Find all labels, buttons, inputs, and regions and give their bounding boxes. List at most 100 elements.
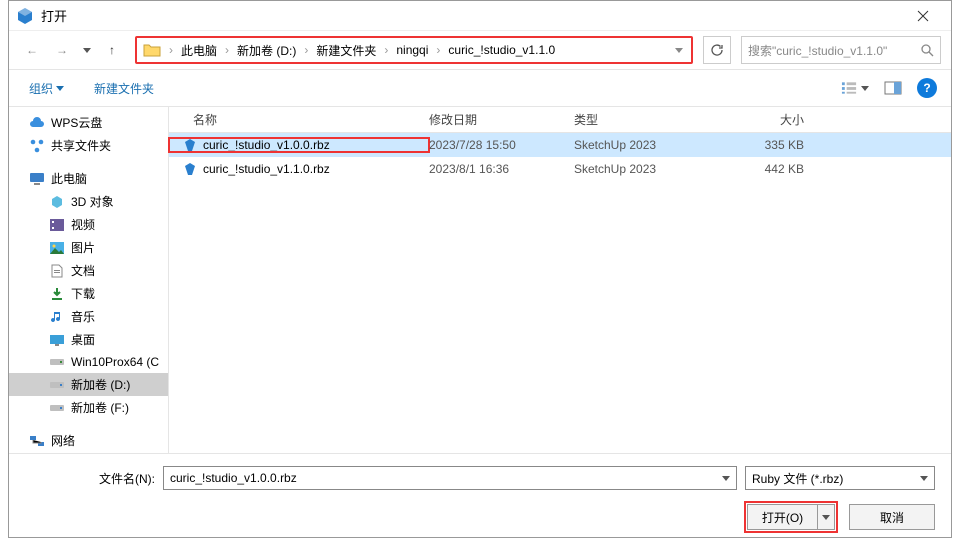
search-input[interactable]: 搜索"curic_!studio_v1.1.0" xyxy=(741,36,941,64)
forward-button[interactable]: → xyxy=(49,37,75,63)
body: WPS云盘 共享文件夹 此电脑 3D 对象 视频 图片 文档 下载 音乐 桌面 … xyxy=(9,107,951,453)
open-button-group: 打开(O) xyxy=(747,504,835,530)
file-type: SketchUp 2023 xyxy=(574,138,714,152)
chevron-down-icon xyxy=(675,48,683,53)
file-name: curic_!studio_v1.0.0.rbz xyxy=(203,138,330,152)
sidebar-item-music[interactable]: 音乐 xyxy=(9,305,168,328)
chevron-right-icon: › xyxy=(382,43,390,57)
sidebar-item-drive-f[interactable]: 新加卷 (F:) xyxy=(9,396,168,419)
help-button[interactable]: ? xyxy=(917,78,937,98)
search-icon xyxy=(920,43,934,57)
crumb-folder1[interactable]: 新建文件夹 xyxy=(310,38,382,62)
drive-icon xyxy=(49,354,65,370)
sidebar-item-network[interactable]: 网络 xyxy=(9,429,168,452)
sidebar-item-3d[interactable]: 3D 对象 xyxy=(9,190,168,213)
cloud-icon xyxy=(29,115,45,131)
chevron-down-icon xyxy=(722,476,730,481)
chevron-down-icon xyxy=(56,86,64,91)
chevron-down-icon xyxy=(83,48,91,53)
crumb-folder3[interactable]: curic_!studio_v1.1.0 xyxy=(442,38,561,62)
filename-input[interactable]: curic_!studio_v1.0.0.rbz xyxy=(163,466,737,490)
pc-icon xyxy=(29,171,45,187)
file-date: 2023/7/28 15:50 xyxy=(429,138,574,152)
file-type: SketchUp 2023 xyxy=(574,162,714,176)
file-list: curic_!studio_v1.0.0.rbz 2023/7/28 15:50… xyxy=(169,133,951,453)
forward-icon: → xyxy=(56,43,68,57)
document-icon xyxy=(49,263,65,279)
new-folder-button[interactable]: 新建文件夹 xyxy=(88,76,160,101)
music-icon xyxy=(49,309,65,325)
refresh-button[interactable] xyxy=(703,36,731,64)
list-icon xyxy=(841,81,858,95)
breadcrumb: 此电脑› 新加卷 (D:)› 新建文件夹› ningqi› curic_!stu… xyxy=(175,38,561,62)
sidebar-item-downloads[interactable]: 下载 xyxy=(9,282,168,305)
sidebar-item-shared[interactable]: 共享文件夹 xyxy=(9,134,168,157)
filename-label: 文件名(N): xyxy=(95,470,155,487)
sidebar-item-pictures[interactable]: 图片 xyxy=(9,236,168,259)
close-icon xyxy=(917,10,929,22)
file-row[interactable]: curic_!studio_v1.1.0.rbz 2023/8/1 16:36 … xyxy=(169,157,951,181)
file-pane: 名称 修改日期 类型 大小 curic_!studio_v1.0.0.rbz 2… xyxy=(169,107,951,453)
open-dialog: 打开 ← → ↑ › 此电脑› 新加卷 (D:)› 新建文件夹› ningqi›… xyxy=(8,0,952,538)
col-name[interactable]: 名称 xyxy=(169,111,429,128)
nav-bar: ← → ↑ › 此电脑› 新加卷 (D:)› 新建文件夹› ningqi› cu… xyxy=(9,31,951,69)
file-row[interactable]: curic_!studio_v1.0.0.rbz 2023/7/28 15:50… xyxy=(169,133,951,157)
preview-pane-button[interactable] xyxy=(879,77,907,99)
sidebar-item-desktop[interactable]: 桌面 xyxy=(9,328,168,351)
sidebar-item-wps[interactable]: WPS云盘 xyxy=(9,111,168,134)
up-button[interactable]: ↑ xyxy=(99,37,125,63)
crumb-drive[interactable]: 新加卷 (D:) xyxy=(231,38,302,62)
back-button[interactable]: ← xyxy=(19,37,45,63)
sidebar-item-documents[interactable]: 文档 xyxy=(9,259,168,282)
view-details-button[interactable] xyxy=(841,77,869,99)
address-dropdown[interactable] xyxy=(667,48,691,53)
column-headers: 名称 修改日期 类型 大小 xyxy=(169,107,951,133)
file-size: 335 KB xyxy=(714,138,824,152)
help-icon: ? xyxy=(923,81,930,95)
file-size: 442 KB xyxy=(714,162,824,176)
toolbar: 组织 新建文件夹 ? xyxy=(9,69,951,107)
crumb-folder2[interactable]: ningqi xyxy=(390,38,434,62)
cancel-button[interactable]: 取消 xyxy=(849,504,935,530)
sidebar-item-thispc[interactable]: 此电脑 xyxy=(9,167,168,190)
file-date: 2023/8/1 16:36 xyxy=(429,162,574,176)
sidebar-item-drive-d[interactable]: 新加卷 (D:) xyxy=(9,373,168,396)
refresh-icon xyxy=(710,43,724,57)
back-icon: ← xyxy=(26,43,38,57)
organize-menu[interactable]: 组织 xyxy=(23,76,70,101)
footer: 文件名(N): curic_!studio_v1.0.0.rbz Ruby 文件… xyxy=(9,453,951,540)
desktop-icon xyxy=(49,332,65,348)
titlebar: 打开 xyxy=(9,1,951,31)
crumb-thispc[interactable]: 此电脑 xyxy=(175,38,223,62)
chevron-down-icon xyxy=(861,86,869,91)
sidebar: WPS云盘 共享文件夹 此电脑 3D 对象 视频 图片 文档 下载 音乐 桌面 … xyxy=(9,107,169,453)
ruby-file-icon xyxy=(183,138,197,152)
search-placeholder: 搜索"curic_!studio_v1.1.0" xyxy=(748,42,920,59)
open-button[interactable]: 打开(O) xyxy=(747,504,817,530)
preview-icon xyxy=(884,81,902,95)
download-icon xyxy=(49,286,65,302)
col-type[interactable]: 类型 xyxy=(574,111,714,128)
history-dropdown[interactable] xyxy=(79,37,95,63)
col-date[interactable]: 修改日期 xyxy=(429,111,574,128)
up-icon: ↑ xyxy=(109,43,115,57)
sidebar-item-videos[interactable]: 视频 xyxy=(9,213,168,236)
picture-icon xyxy=(49,240,65,256)
chevron-right-icon: › xyxy=(302,43,310,57)
network-icon xyxy=(29,433,45,449)
filetype-select[interactable]: Ruby 文件 (*.rbz) xyxy=(745,466,935,490)
chevron-right-icon: › xyxy=(434,43,442,57)
share-icon xyxy=(29,138,45,154)
sidebar-item-drive-c[interactable]: Win10Prox64 (C xyxy=(9,351,168,373)
col-size[interactable]: 大小 xyxy=(714,111,824,128)
dialog-title: 打开 xyxy=(41,6,903,25)
folder-icon xyxy=(141,39,163,61)
address-bar[interactable]: › 此电脑› 新加卷 (D:)› 新建文件夹› ningqi› curic_!s… xyxy=(135,36,693,64)
open-dropdown[interactable] xyxy=(817,504,835,530)
chevron-right-icon: › xyxy=(223,43,231,57)
drive-icon xyxy=(49,400,65,416)
app-icon xyxy=(17,8,33,24)
chevron-right-icon: › xyxy=(167,43,175,57)
video-icon xyxy=(49,217,65,233)
close-button[interactable] xyxy=(903,2,943,30)
